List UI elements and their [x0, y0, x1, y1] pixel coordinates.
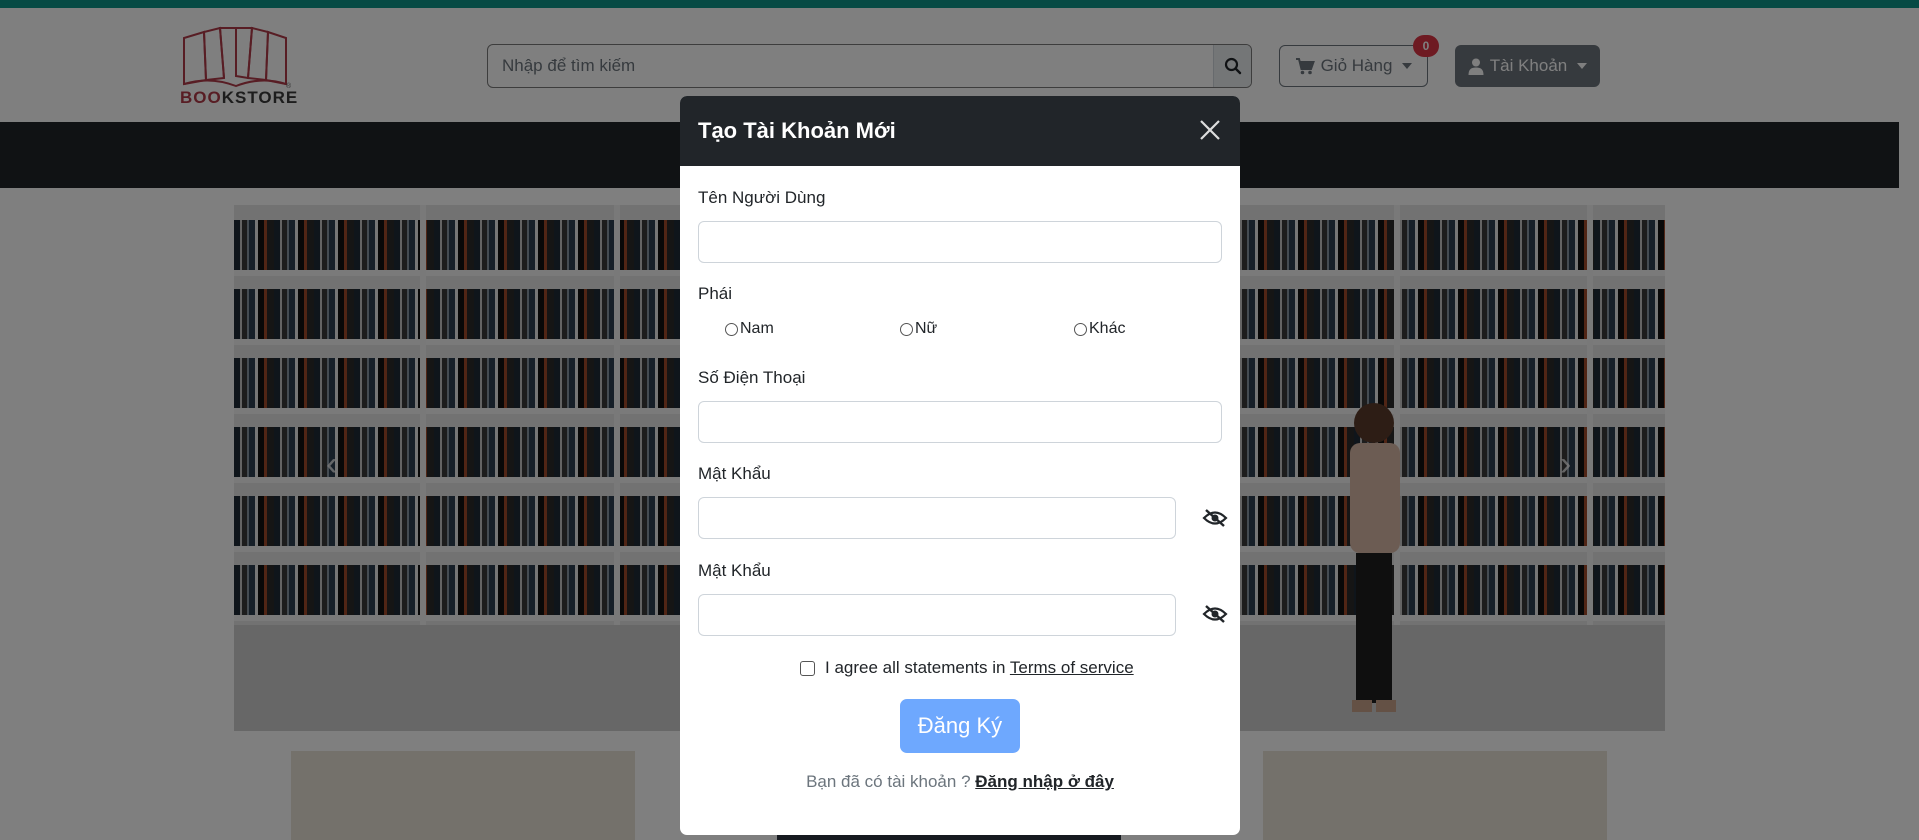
- password-label: Mật Khẩu: [698, 464, 771, 483]
- modal-title: Tạo Tài Khoản Mới: [698, 118, 896, 143]
- register-modal: Tạo Tài Khoản Mới Tên Người Dùng Phái Na…: [680, 96, 1240, 835]
- login-link[interactable]: Đăng nhập ở đây: [975, 772, 1114, 791]
- phone-input[interactable]: [698, 401, 1222, 443]
- modal-header: Tạo Tài Khoản Mới: [680, 96, 1240, 166]
- radio-button[interactable]: [900, 322, 913, 336]
- confirm-password-label: Mật Khẩu: [698, 561, 771, 580]
- terms-of-service-link[interactable]: Terms of service: [1010, 658, 1134, 677]
- login-prompt-text: Bạn đã có tài khoản ?: [806, 772, 971, 791]
- gender-option-female[interactable]: Nữ: [900, 320, 937, 338]
- agree-checkbox[interactable]: [800, 660, 815, 676]
- eye-slash-icon[interactable]: [1202, 508, 1228, 528]
- phone-label: Số Điện Thoại: [698, 368, 806, 387]
- terms-agreement: I agree all statements in Terms of servi…: [800, 658, 1134, 678]
- gender-option-other[interactable]: Khác: [1074, 320, 1125, 338]
- gender-option-male[interactable]: Nam: [725, 320, 774, 338]
- radio-button[interactable]: [1074, 322, 1087, 336]
- password-input[interactable]: [698, 497, 1176, 539]
- agree-text: I agree all statements in: [825, 658, 1006, 677]
- eye-slash-icon[interactable]: [1202, 604, 1228, 624]
- radio-label: Khác: [1089, 320, 1126, 337]
- username-input[interactable]: [698, 221, 1222, 263]
- radio-button[interactable]: [725, 322, 738, 336]
- radio-label: Nữ: [915, 320, 938, 337]
- confirm-password-input[interactable]: [698, 594, 1176, 636]
- radio-label: Nam: [740, 320, 774, 337]
- close-icon[interactable]: [1198, 118, 1222, 142]
- gender-label: Phái: [698, 284, 733, 303]
- register-button[interactable]: Đăng Ký: [900, 699, 1020, 753]
- username-label: Tên Người Dùng: [698, 188, 826, 207]
- login-prompt-line: Bạn đã có tài khoản ? Đăng nhập ở đây: [680, 772, 1240, 792]
